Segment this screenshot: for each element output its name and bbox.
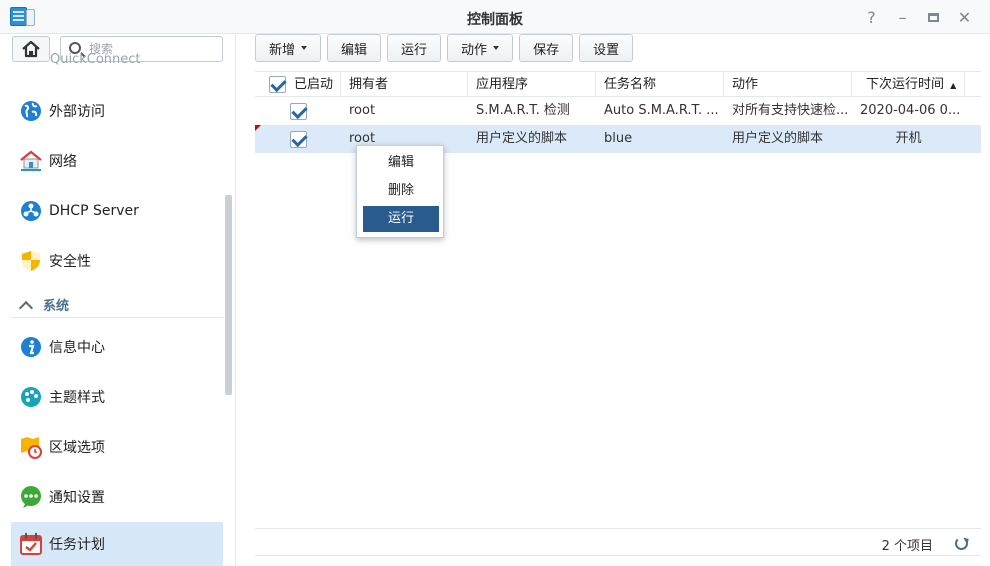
- palette-icon: [19, 385, 43, 409]
- sidebar-item-dhcp-server[interactable]: DHCP Server: [11, 189, 223, 233]
- window-controls: ? – ✕: [856, 6, 980, 28]
- sidebar-item-label: 任务计划: [49, 537, 105, 553]
- caret-down-icon: [493, 46, 500, 50]
- context-menu-edit[interactable]: 编辑: [363, 150, 439, 176]
- sidebar-item-theme[interactable]: 主题样式: [11, 375, 223, 419]
- globe-icon: [19, 99, 43, 123]
- network-house-icon: [19, 149, 43, 173]
- col-owner[interactable]: 拥有者: [341, 72, 468, 97]
- cell-action: 对所有支持快速检...: [732, 103, 849, 118]
- sidebar-item-label: 通知设置: [49, 490, 105, 506]
- context-menu-run[interactable]: 运行: [363, 206, 439, 232]
- sidebar-item-label: DHCP Server: [49, 203, 139, 219]
- cell-task-name: Auto S.M.A.R.T. ...: [604, 103, 719, 118]
- window-title: 控制面板: [467, 12, 523, 28]
- sidebar-item-notification[interactable]: 通知设置: [11, 475, 223, 519]
- settings-button[interactable]: 设置: [579, 34, 634, 62]
- sidebar-item-label: 信息中心: [49, 340, 105, 356]
- row-enabled-checkbox[interactable]: [290, 131, 307, 148]
- col-task-name[interactable]: 任务名称: [596, 72, 724, 97]
- cell-application: 用户定义的脚本: [476, 131, 568, 146]
- sidebar-scrollbar[interactable]: [225, 195, 232, 395]
- col-next-run[interactable]: 下次运行时间 ▲: [852, 72, 965, 97]
- help-icon[interactable]: ?: [856, 6, 887, 28]
- save-button[interactable]: 保存: [519, 34, 574, 62]
- sidebar-item-network[interactable]: 网络: [11, 139, 223, 183]
- sidebar-item-label: 安全性: [49, 254, 91, 270]
- task-grid: 已启动 拥有者 应用程序 任务名称 动作 下次运行时间 ▲ root S.M.A…: [255, 71, 981, 529]
- home-icon: [22, 40, 40, 58]
- sidebar-item-label: 外部访问: [49, 104, 105, 120]
- cell-owner: root: [349, 103, 376, 118]
- sidebar-item-regional-options[interactable]: 区域选项: [11, 425, 223, 469]
- title-bar: 控制面板 ? – ✕: [0, 0, 990, 34]
- sidebar-item-task-scheduler[interactable]: 任务计划: [11, 522, 223, 566]
- grid-footer: 2 个项目: [255, 528, 981, 556]
- modified-marker: [255, 125, 261, 131]
- context-menu-delete[interactable]: 删除: [363, 178, 439, 204]
- info-icon: [19, 335, 43, 359]
- grid-header: 已启动 拥有者 应用程序 任务名称 动作 下次运行时间 ▲: [255, 71, 981, 97]
- run-label: 运行: [401, 42, 428, 58]
- sidebar-item-quickconnect[interactable]: QuickConnect: [50, 53, 141, 67]
- main-panel: 新增 编辑 运行 动作 保存 设置 已启动 拥有者 应用程序 任务名称 动作 下…: [237, 34, 990, 566]
- sidebar-item-label: 主题样式: [49, 390, 105, 406]
- sort-ascending-icon: ▲: [950, 81, 957, 90]
- caret-down-icon: [301, 46, 308, 50]
- create-button[interactable]: 新增: [255, 34, 322, 62]
- row-enabled-checkbox[interactable]: [290, 103, 307, 120]
- close-icon[interactable]: ✕: [949, 6, 980, 28]
- sidebar-item-label: 区域选项: [49, 440, 105, 456]
- create-label: 新增: [269, 42, 296, 58]
- section-header-system[interactable]: 系统: [11, 292, 223, 318]
- col-enabled-label: 已启动: [294, 77, 334, 92]
- sidebar-item-security[interactable]: 安全性: [11, 239, 223, 283]
- maximize-icon[interactable]: [918, 6, 949, 28]
- item-count: 2 个项目: [881, 539, 933, 554]
- cell-task-name: blue: [604, 131, 633, 146]
- action-label: 动作: [461, 42, 488, 58]
- chevron-up-icon: [18, 300, 34, 315]
- sidebar-item-label: 网络: [49, 154, 77, 170]
- toolbar: 新增 编辑 运行 动作 保存 设置: [255, 34, 634, 62]
- calendar-check-icon: [19, 532, 43, 556]
- col-action[interactable]: 动作: [724, 72, 852, 97]
- cell-action: 用户定义的脚本: [732, 131, 824, 146]
- col-application[interactable]: 应用程序: [468, 72, 596, 97]
- col-enabled[interactable]: 已启动: [255, 72, 341, 97]
- edit-label: 编辑: [341, 42, 368, 58]
- context-menu: 编辑 删除 运行: [356, 145, 444, 238]
- shield-icon: [19, 249, 43, 273]
- section-label: 系统: [43, 299, 70, 314]
- cell-application: S.M.A.R.T. 检测: [476, 103, 570, 118]
- minimize-icon[interactable]: –: [887, 6, 918, 28]
- table-row[interactable]: root S.M.A.R.T. 检测 Auto S.M.A.R.T. ... 对…: [255, 97, 981, 125]
- refresh-icon[interactable]: [955, 537, 968, 550]
- run-button[interactable]: 运行: [387, 34, 442, 62]
- home-button[interactable]: [12, 36, 50, 62]
- cell-next-run: 开机: [895, 131, 922, 146]
- dhcp-icon: [19, 199, 43, 223]
- save-label: 保存: [533, 42, 560, 58]
- sidebar-item-info-center[interactable]: 信息中心: [11, 325, 223, 369]
- col-next-run-label: 下次运行时间: [866, 77, 945, 92]
- action-button[interactable]: 动作: [447, 34, 514, 62]
- cell-next-run: 2020-04-06 0...: [860, 103, 961, 118]
- edit-button[interactable]: 编辑: [327, 34, 382, 62]
- region-clock-icon: [19, 435, 43, 459]
- sidebar-item-external-access[interactable]: 外部访问: [11, 89, 223, 133]
- sidebar: QuickConnect 外部访问 网络 DHCP Server 安全性 系统 …: [0, 34, 236, 566]
- select-all-checkbox[interactable]: [269, 76, 286, 93]
- settings-label: 设置: [593, 42, 620, 58]
- notification-icon: [19, 485, 43, 509]
